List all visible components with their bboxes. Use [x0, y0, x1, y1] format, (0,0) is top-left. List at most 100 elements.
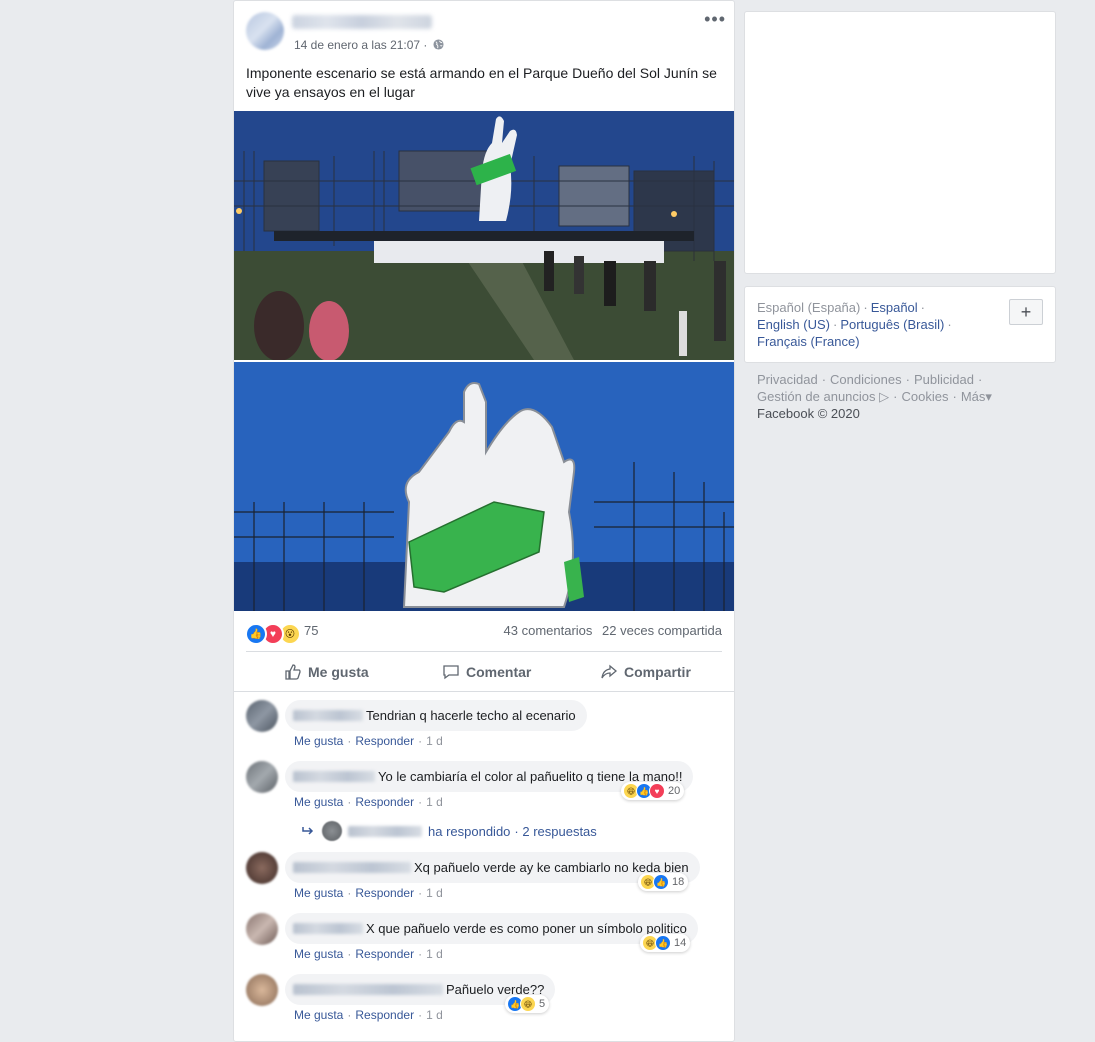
cookies-link[interactable]: Cookies	[902, 389, 949, 404]
comment-time[interactable]: 1 d	[426, 795, 443, 809]
comment-reactions[interactable]: 😆 👍 14	[640, 934, 691, 952]
share-button-label: Compartir	[624, 664, 691, 680]
commenter-name-blurred[interactable]	[293, 710, 363, 721]
more-link[interactable]: Más	[961, 389, 986, 404]
ad-choices-icon: ▷	[879, 389, 890, 404]
commenter-name-blurred[interactable]	[293, 862, 411, 873]
more-dropdown-icon: ▾	[985, 389, 992, 404]
comment-reply-link[interactable]: Responder	[355, 886, 414, 900]
commenter-name-blurred[interactable]	[293, 771, 375, 782]
comment-reaction-count: 18	[672, 876, 685, 888]
advertising-link[interactable]: Publicidad	[914, 372, 974, 387]
commenter-avatar[interactable]	[246, 913, 278, 945]
like-reaction-icon: 👍	[653, 874, 669, 890]
comment-bubble: X que pañuelo verde es como poner un sím…	[285, 913, 698, 944]
comment-reaction-count: 14	[674, 937, 687, 949]
comment-text: Tendrian q hacerle techo al ecenario	[366, 708, 576, 723]
reactions-summary: 👍 ♥ 😮 75 43 comentarios 22 veces compart…	[234, 613, 734, 649]
comment-reaction-count: 5	[539, 998, 546, 1010]
commenter-name-blurred[interactable]	[293, 984, 443, 995]
language-link[interactable]: English (US)	[757, 317, 830, 332]
comment-like-link[interactable]: Me gusta	[294, 734, 343, 748]
comment-reactions[interactable]: 👍 😆 5	[505, 995, 550, 1013]
comment-actions: Me gusta · Responder · 1 d	[294, 1008, 443, 1022]
comment-button[interactable]: Comentar	[442, 652, 531, 692]
comment-like-link[interactable]: Me gusta	[294, 795, 343, 809]
commenter-avatar[interactable]	[246, 700, 278, 732]
commenter-name-blurred[interactable]	[293, 923, 363, 934]
comment-reply-link[interactable]: Responder	[355, 795, 414, 809]
commenter-avatar[interactable]	[246, 761, 278, 793]
like-button[interactable]: Me gusta	[284, 652, 369, 692]
comment-like-link[interactable]: Me gusta	[294, 947, 343, 961]
shares-count[interactable]: 22 veces compartida	[602, 623, 722, 638]
post-timestamp[interactable]: 14 de enero a las 21:07 ·	[294, 38, 427, 52]
stage-photo-illustration	[234, 111, 734, 360]
like-reaction-icon: 👍	[655, 935, 671, 951]
like-reaction-icon: 👍	[245, 623, 267, 645]
language-selector: Español (España) · Español · English (US) · P…	[744, 286, 1056, 363]
comment-actions: Me gusta · Responder · 1 d	[294, 947, 443, 961]
view-replies-link[interactable]: ha respondido · 2 respuestas	[302, 821, 597, 841]
comment-time[interactable]: 1 d	[426, 1008, 443, 1022]
commenter-avatar[interactable]	[246, 974, 278, 1006]
comment-actions: Me gusta · Responder · 1 d	[294, 795, 443, 809]
comment-reactions[interactable]: 😆 👍 18	[638, 873, 689, 891]
language-link[interactable]: Español	[871, 300, 918, 315]
comment-actions: Me gusta · Responder · 1 d	[294, 886, 443, 900]
post-photo-stage[interactable]	[234, 111, 734, 360]
more-options-button[interactable]: •••	[704, 9, 726, 30]
comments-count[interactable]: 43 comentarios	[504, 623, 593, 638]
hand-photo-illustration	[234, 362, 734, 611]
commenter-avatar[interactable]	[246, 852, 278, 884]
author-avatar[interactable]	[246, 12, 284, 50]
post-photo-hand[interactable]	[234, 362, 734, 611]
comment-bubble: Tendrian q hacerle techo al ecenario	[285, 700, 587, 731]
terms-link[interactable]: Condiciones	[830, 372, 902, 387]
comment-reaction-count: 20	[668, 785, 681, 797]
copyright: Facebook © 2020	[757, 406, 860, 421]
share-arrow-icon	[601, 664, 618, 679]
comment-reply-link[interactable]: Responder	[355, 947, 414, 961]
post-action-bar: Me gusta Comentar Compartir	[246, 651, 722, 692]
post-meta: 14 de enero a las 21:07 ·	[294, 38, 444, 52]
post-text: Imponente escenario se está armando en e…	[246, 65, 717, 100]
comment-time[interactable]: 1 d	[426, 947, 443, 961]
post-header: 14 de enero a las 21:07 · •••	[234, 1, 734, 61]
globe-icon	[433, 39, 444, 50]
language-link[interactable]: Français (France)	[757, 334, 860, 349]
share-button[interactable]: Compartir	[600, 652, 691, 692]
privacy-link[interactable]: Privacidad	[757, 372, 818, 387]
comment-icon	[443, 665, 459, 680]
comment-text: X que pañuelo verde es como poner un sím…	[366, 921, 687, 936]
comment-time[interactable]: 1 d	[426, 886, 443, 900]
current-language: Español (España)	[757, 300, 861, 315]
reaction-count[interactable]: 75	[304, 623, 318, 638]
replies-count: · 2 respuestas	[514, 823, 597, 839]
language-link[interactable]: Português (Brasil)	[840, 317, 944, 332]
comment-reactions[interactable]: 😆 👍 ♥ 20	[621, 782, 685, 800]
comment-button-label: Comentar	[466, 664, 532, 680]
comment-reply-link[interactable]: Responder	[355, 1008, 414, 1022]
haha-reaction-icon: 😆	[520, 996, 536, 1012]
engagement-stats: 43 comentarios 22 veces compartida	[504, 623, 722, 638]
comments-divider	[234, 691, 734, 692]
like-button-label: Me gusta	[308, 664, 369, 680]
comment-time[interactable]: 1 d	[426, 734, 443, 748]
replies-responded-text: ha respondido	[428, 823, 511, 839]
reply-arrow-icon	[302, 827, 314, 835]
thumbs-up-icon	[285, 664, 301, 680]
add-language-button[interactable]: +	[1009, 299, 1043, 325]
language-list: Español (España) · Español · English (US) · P…	[757, 300, 952, 349]
footer-links: Privacidad · Condiciones · Publicidad · Gesti…	[757, 372, 992, 421]
ad-choices-link[interactable]: Gestión de anuncios	[757, 389, 876, 404]
comment-actions: Me gusta · Responder · 1 d	[294, 734, 443, 748]
reply-avatar	[322, 821, 342, 841]
comment-like-link[interactable]: Me gusta	[294, 1008, 343, 1022]
comment-like-link[interactable]: Me gusta	[294, 886, 343, 900]
comment-reply-link[interactable]: Responder	[355, 734, 414, 748]
post-card: 14 de enero a las 21:07 · ••• Imponente …	[233, 0, 735, 1042]
replier-name-blurred	[348, 825, 422, 837]
author-name-blurred[interactable]	[292, 15, 432, 29]
sidebar-empty-box	[744, 11, 1056, 274]
